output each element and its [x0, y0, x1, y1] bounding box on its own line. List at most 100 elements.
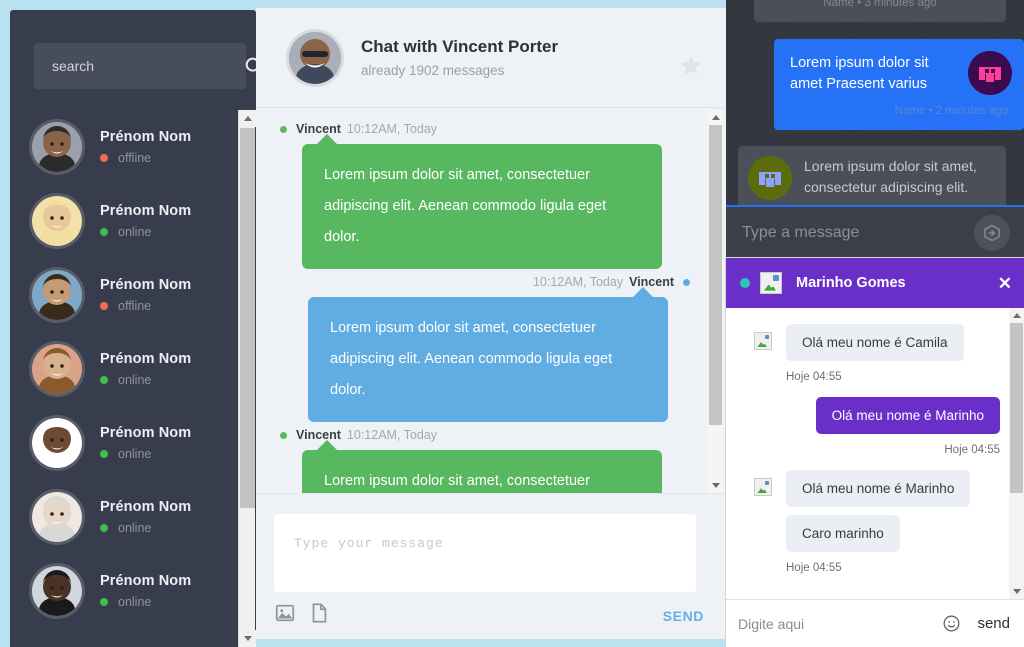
status-dot-icon — [100, 524, 108, 532]
purple-widget-scrollbar[interactable] — [1009, 308, 1024, 599]
contact-name: Prénom Nom — [100, 129, 192, 145]
send-hex-icon[interactable] — [974, 214, 1010, 251]
status-badge: online — [100, 521, 191, 535]
dark-widget-meta-1: Name • 2 minutes ago — [894, 105, 1008, 117]
contact-name: Prénom Nom — [100, 277, 192, 293]
search-icon[interactable] — [243, 55, 256, 77]
star-icon[interactable] — [678, 52, 704, 78]
contact-status-label: online — [118, 595, 152, 609]
contact-status-label: online — [118, 521, 152, 535]
dark-widget-input-bar[interactable] — [726, 205, 1024, 258]
avatar — [32, 270, 82, 320]
status-badge: online — [100, 447, 191, 461]
purple-message-group: Olá meu nome é Marinho Hoje 04:55 — [740, 397, 1000, 456]
message-composer: SEND — [256, 493, 726, 639]
contact-list-item[interactable]: Prénom Nom online — [10, 406, 256, 480]
contacts-sidebar: Prénom Nom offline Prénom Nom online — [10, 10, 256, 647]
contact-status-label: offline — [118, 151, 152, 165]
search-input[interactable] — [34, 58, 243, 74]
contact-list-item[interactable]: Prénom Nom online — [10, 554, 256, 628]
chat-message-count: already 1902 messages — [361, 63, 505, 78]
broken-image-icon — [754, 332, 772, 350]
purple-message-group: Olá meu nome é Marinho Caro marinho Hoje … — [740, 470, 1000, 574]
message-scrollbar-thumb[interactable] — [709, 125, 722, 425]
contact-name: Prénom Nom — [100, 203, 192, 219]
search-box[interactable] — [34, 43, 256, 89]
message-bubble: Lorem ipsum dolor sit amet, consectetuer — [302, 440, 662, 493]
purple-message-bubble: Olá meu nome é Marinho — [815, 397, 1000, 434]
purple-widget-message-input[interactable] — [726, 615, 943, 632]
dark-widget-avatar-pink — [968, 51, 1012, 95]
chat-header-text: Chat with Vincent Porter already 1902 me… — [361, 37, 558, 78]
status-badge: offline — [100, 299, 191, 313]
message-time: 10:12AM, Today — [346, 428, 438, 442]
contact-meta: Prénom Nom online — [100, 425, 191, 461]
smiley-icon[interactable] — [942, 614, 961, 633]
message-bubble: Lorem ipsum dolor sit amet, consectetuer… — [308, 287, 668, 422]
broken-image-icon — [754, 478, 772, 496]
status-dot-icon — [100, 154, 108, 162]
message-list[interactable]: Vincent 10:12AM, Today Lorem ipsum dolor… — [256, 108, 726, 493]
composer-actions: SEND — [274, 602, 704, 629]
contact-list-item[interactable]: Prénom Nom offline — [10, 258, 256, 332]
purple-message-time: Hoje 04:55 — [944, 444, 1000, 456]
purple-bubble-stack: Olá meu nome é Camila — [786, 324, 1000, 369]
purple-widget-message-list[interactable]: Olá meu nome é Camila Hoje 04:55 Olá meu … — [726, 308, 1024, 599]
purple-message-bubble: Olá meu nome é Marinho — [786, 470, 971, 507]
message-row: Vincent 10:12AM, Today Lorem ipsum dolor… — [280, 122, 690, 269]
contact-list-item[interactable]: Prénom Nom online — [10, 480, 256, 554]
contact-meta: Prénom Nom online — [100, 203, 191, 239]
message-row: Vincent 10:12AM, Today Lorem ipsum dolor… — [280, 428, 690, 493]
send-button[interactable]: SEND — [663, 608, 704, 624]
dark-widget-message-0: Name • 3 minutes ago — [754, 0, 1006, 22]
dark-chat-widget: Name • 3 minutes ago Lorem ipsum dolor s… — [726, 0, 1024, 258]
image-attachment-icon[interactable] — [274, 602, 296, 629]
file-attachment-icon[interactable] — [308, 602, 330, 629]
contact-list-item[interactable]: Prénom Nom online — [10, 184, 256, 258]
message-input[interactable] — [274, 514, 696, 592]
page-scrollbar-thumb[interactable] — [240, 128, 255, 508]
purple-scroll-down-icon[interactable] — [1009, 584, 1024, 599]
purple-widget-footer: send — [726, 599, 1024, 647]
dark-widget-avatar-olive — [748, 156, 792, 200]
avatar — [32, 418, 82, 468]
contact-status-label: online — [118, 225, 152, 239]
dark-widget-message-input[interactable] — [726, 223, 974, 242]
close-icon[interactable]: ✕ — [998, 275, 1012, 292]
contact-list-item[interactable]: Prénom Nom offline — [10, 110, 256, 184]
message-list-scrollbar[interactable] — [708, 110, 723, 493]
purple-scrollbar-thumb[interactable] — [1010, 323, 1023, 493]
purple-send-button[interactable]: send — [977, 615, 1010, 632]
status-badge: online — [100, 595, 191, 609]
status-dot-icon — [100, 450, 108, 458]
contact-name: Prénom Nom — [100, 425, 192, 441]
purple-chat-widget: Marinho Gomes ✕ Olá meu nome é Camila Ho… — [726, 258, 1024, 647]
scroll-up-arrow-icon[interactable] — [239, 110, 256, 127]
status-badge: online — [100, 225, 191, 239]
contact-list-item[interactable]: Prénom Nom online — [10, 332, 256, 406]
chat-header: Chat with Vincent Porter already 1902 me… — [256, 8, 726, 108]
contact-name: Prénom Nom — [100, 351, 192, 367]
avatar — [32, 122, 82, 172]
message-meta: Vincent 10:12AM, Today — [280, 428, 690, 442]
purple-widget-title: Marinho Gomes — [796, 275, 906, 291]
composer-box[interactable] — [274, 514, 696, 592]
message-time: 10:12AM, Today — [346, 122, 438, 136]
status-dot-icon — [100, 376, 108, 384]
page-scrollbar[interactable] — [238, 110, 256, 647]
messages-scroll-down-icon[interactable] — [708, 478, 723, 493]
contact-status-label: online — [118, 447, 152, 461]
contact-list[interactable]: Prénom Nom offline Prénom Nom online Pré… — [10, 110, 256, 647]
scroll-down-arrow-icon[interactable] — [239, 630, 256, 647]
contact-meta: Prénom Nom online — [100, 573, 191, 609]
dark-widget-bubble: Name • 3 minutes ago — [754, 0, 1006, 22]
page-title: Chat with Vincent Porter — [361, 37, 559, 56]
status-badge: online — [100, 373, 191, 387]
status-dot-icon — [100, 598, 108, 606]
purple-message-time: Hoje 04:55 — [786, 371, 842, 383]
messages-scroll-up-icon[interactable] — [708, 110, 723, 125]
purple-scroll-up-icon[interactable] — [1009, 308, 1024, 323]
contact-name: Prénom Nom — [100, 573, 192, 589]
purple-message-line: Olá meu nome é Marinho Caro marinho — [740, 470, 1000, 560]
message-meta: 10:12AM, Today Vincent — [280, 275, 690, 289]
